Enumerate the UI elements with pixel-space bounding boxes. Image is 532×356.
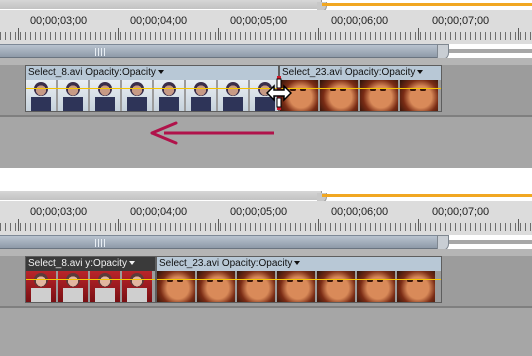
clip-thumbnails: [26, 80, 278, 111]
video-track[interactable]: Select_8.avi y:Opacity Select_23.avi Opa…: [0, 249, 532, 306]
thumbnail: [237, 271, 275, 302]
thumbnail: [58, 271, 88, 302]
work-area-bar[interactable]: [0, 44, 445, 58]
ruler-timecode: 00;00;04;00: [130, 15, 188, 27]
time-ruler[interactable]: 00;00;03;00 00;00;04;00 00;00;05;00 00;0…: [0, 201, 532, 235]
thumbnail: [317, 271, 355, 302]
clip-thumbnails: [280, 80, 441, 111]
ruler-timecode: 00;00;07;00: [432, 206, 490, 218]
playhead-range-indicator: [322, 194, 532, 197]
timeline-top-bar: [0, 0, 532, 12]
clip-select-23[interactable]: Select_23.avi Opacity:Opacity: [279, 65, 442, 112]
clip-effect-menu[interactable]: Opacity:Opacity: [222, 258, 301, 269]
clip-select-8[interactable]: Select_8.avi Opacity:Opacity: [25, 65, 279, 112]
thumbnail: [90, 80, 120, 111]
video-track[interactable]: Select_8.avi Opacity:Opacity Select_23.a…: [0, 58, 532, 115]
chevron-down-icon[interactable]: [157, 70, 164, 75]
clip-header: Select_8.avi y:Opacity: [26, 257, 155, 271]
clip-effect-label: Opacity:Opacity: [85, 67, 156, 78]
work-area-remainder: [449, 49, 532, 53]
clip-thumbnails: [157, 271, 441, 302]
current-time-bar[interactable]: [0, 0, 327, 12]
thumbnail: [397, 271, 435, 302]
ruler-timecode: 00;00;06;00: [331, 206, 389, 218]
playhead-range-indicator: [322, 3, 532, 6]
timeline-panel-before: 00;00;03;00 00;00;04;00 00;00;05;00 00;0…: [0, 0, 532, 168]
ruler-timecode: 00;00;03;00: [30, 206, 88, 218]
clip-effect-label: Opacity:Opacity: [344, 67, 416, 78]
ruler-timecode: 00;00;05;00: [230, 206, 288, 218]
thumbnail: [360, 80, 398, 111]
clip-name: Select_8.avi: [28, 67, 83, 78]
ruler-major-ticks: [0, 219, 532, 231]
chevron-down-icon[interactable]: [294, 261, 301, 266]
opacity-rubberband[interactable]: [26, 88, 278, 89]
thumbnail: [154, 80, 184, 111]
chevron-down-icon[interactable]: [128, 261, 135, 266]
thumbnail: [122, 271, 152, 302]
current-time-bar[interactable]: [0, 191, 327, 203]
thumbnail: [58, 80, 88, 111]
work-area-bar[interactable]: [0, 235, 445, 249]
opacity-rubberband[interactable]: [26, 279, 155, 280]
clip-select-8[interactable]: Select_8.avi y:Opacity: [25, 256, 156, 303]
timeline-top-bar: [0, 191, 532, 203]
thumbnail: [186, 80, 216, 111]
thumbnail: [277, 271, 315, 302]
clip-thumbnails: [26, 271, 155, 302]
ruler-timecode: 00;00;06;00: [331, 15, 389, 27]
thumbnail: [157, 271, 195, 302]
ruler-timecode: 00;00;04;00: [130, 206, 188, 218]
empty-track-area[interactable]: [0, 115, 532, 168]
thumbnail: [357, 271, 395, 302]
clip-effect-label: y:Opacity: [85, 258, 127, 269]
clip-header: Select_23.avi Opacity:Opacity: [280, 66, 441, 80]
thumbnail: [90, 271, 120, 302]
opacity-rubberband[interactable]: [280, 88, 441, 89]
work-area-remainder: [449, 240, 532, 244]
thumbnail: [122, 80, 152, 111]
ruler-major-ticks: [0, 28, 532, 40]
clip-effect-label: Opacity:Opacity: [221, 258, 293, 269]
thumbnail: [26, 80, 56, 111]
clip-header: Select_23.avi Opacity:Opacity: [157, 257, 441, 271]
clip-effect-menu[interactable]: Opacity:Opacity: [345, 67, 424, 78]
chevron-down-icon[interactable]: [417, 70, 424, 75]
empty-track-area[interactable]: [0, 306, 532, 356]
clip-select-23[interactable]: Select_23.avi Opacity:Opacity: [156, 256, 442, 303]
clip-name: Select_8.avi: [28, 258, 83, 269]
clip-effect-menu[interactable]: y:Opacity: [85, 258, 135, 269]
clip-name: Select_23.avi: [159, 258, 220, 269]
clip-header: Select_8.avi Opacity:Opacity: [26, 66, 278, 80]
ruler-timecode: 00;00;05;00: [230, 15, 288, 27]
timeline-panel-after: 00;00;03;00 00;00;04;00 00;00;05;00 00;0…: [0, 191, 532, 356]
time-ruler[interactable]: 00;00;03;00 00;00;04;00 00;00;05;00 00;0…: [0, 10, 532, 44]
thumbnail: [197, 271, 235, 302]
work-area-grip[interactable]: [95, 239, 105, 247]
ripple-trim-cursor-icon: [266, 76, 292, 110]
thumbnail: [218, 80, 248, 111]
clip-effect-menu[interactable]: Opacity:Opacity: [85, 67, 164, 78]
work-area-grip[interactable]: [95, 48, 105, 56]
thumbnail: [400, 80, 438, 111]
ruler-timecode: 00;00;03;00: [30, 15, 88, 27]
thumbnail: [320, 80, 358, 111]
opacity-rubberband[interactable]: [157, 279, 441, 280]
thumbnail: [26, 271, 56, 302]
ruler-timecode: 00;00;07;00: [432, 15, 490, 27]
drag-left-arrow-icon: [150, 121, 274, 145]
